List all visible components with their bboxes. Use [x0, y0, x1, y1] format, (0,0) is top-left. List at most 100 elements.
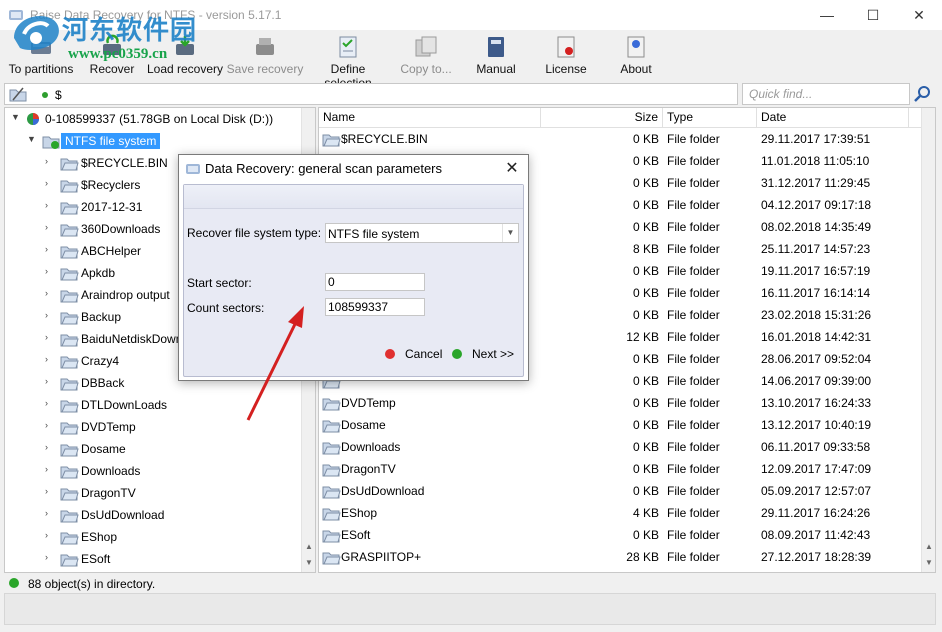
collapse-icon[interactable]: ▼	[11, 112, 21, 124]
scroll-down-icon[interactable]: ▼	[924, 558, 934, 568]
title-bar: Raise Data Recovery for NTFS - version 5…	[0, 0, 942, 30]
quick-find-input[interactable]	[742, 83, 910, 105]
toolbar-button-to-partitions[interactable]: To partitions	[3, 34, 79, 80]
list-row[interactable]: Dosame 0 KB File folder 13.12.2017 10:40:19	[319, 414, 923, 436]
tree-item[interactable]: › DragonTV	[5, 482, 301, 504]
expand-icon[interactable]: ›	[45, 310, 55, 322]
list-row[interactable]: ESoft 0 KB File folder 08.09.2017 11:42:43	[319, 524, 923, 546]
search-icon[interactable]	[912, 84, 934, 104]
expand-icon[interactable]: ›	[45, 244, 55, 256]
column-size-header[interactable]: Size	[541, 108, 663, 128]
cancel-icon	[385, 349, 395, 359]
status-text: 88 object(s) in directory.	[28, 577, 156, 591]
cell-date: 08.02.2018 14:35:49	[761, 220, 872, 234]
cell-size: 0 KB	[632, 528, 659, 542]
partitions-icon	[31, 42, 51, 54]
fs-type-select[interactable]: NTFS file system ▼	[325, 223, 519, 243]
cell-size: 0 KB	[632, 308, 659, 322]
list-row[interactable]: $RECYCLE.BIN 0 KB File folder 29.11.2017 17…	[319, 128, 923, 150]
cell-size: 0 KB	[632, 198, 659, 212]
expand-icon[interactable]: ›	[45, 222, 55, 234]
folder-icon	[60, 202, 79, 215]
maximize-button[interactable]: ☐	[850, 0, 896, 30]
tree-item[interactable]: › DsUdDownload	[5, 504, 301, 526]
ntfs-volume-icon	[42, 136, 60, 149]
cell-size: 0 KB	[632, 418, 659, 432]
list-row[interactable]: EShop 4 KB File folder 29.11.2017 16:24:26	[319, 502, 923, 524]
expand-icon[interactable]: ›	[45, 552, 55, 564]
expand-icon[interactable]: ›	[45, 376, 55, 388]
scroll-up-icon[interactable]: ▲	[304, 542, 314, 552]
toolbar-button-save-recovery[interactable]: Save recovery	[226, 34, 304, 80]
cell-type: File folder	[667, 396, 720, 410]
expand-icon[interactable]: ›	[45, 266, 55, 278]
folder-icon	[60, 444, 79, 457]
folder-icon	[60, 268, 79, 281]
expand-icon[interactable]: ›	[45, 420, 55, 432]
toolbar-button-about[interactable]: About	[610, 34, 662, 80]
expand-icon[interactable]: ›	[45, 200, 55, 212]
list-row[interactable]: DragonTV 0 KB File folder 12.09.2017 17:47:…	[319, 458, 923, 480]
expand-icon[interactable]: ›	[45, 332, 55, 344]
cell-date: 05.09.2017 12:57:07	[761, 484, 872, 498]
cell-type: File folder	[667, 418, 720, 432]
chevron-down-icon[interactable]: ▼	[502, 224, 518, 242]
tree-item[interactable]: › ESoft	[5, 548, 301, 570]
next-button[interactable]: Next >>	[452, 346, 522, 364]
list-scrollbar[interactable]: ▲ ▼	[921, 108, 935, 572]
toolbar-button-define-selection[interactable]: Define selection	[306, 34, 390, 90]
expand-icon[interactable]: ›	[45, 530, 55, 542]
expand-icon[interactable]: ›	[45, 442, 55, 454]
list-row[interactable]: DVDTemp 0 KB File folder 13.10.2017 16:24:3…	[319, 392, 923, 414]
expand-icon[interactable]: ›	[45, 464, 55, 476]
count-sectors-input[interactable]: 108599337	[325, 298, 425, 316]
disk-icon	[27, 113, 39, 125]
column-name-header[interactable]: Name	[319, 108, 541, 128]
scroll-up-icon[interactable]: ▲	[924, 542, 934, 552]
close-icon: ✕	[913, 7, 925, 23]
scroll-down-icon[interactable]: ▼	[304, 558, 314, 568]
toolbar-button-copy-to[interactable]: Copy to...	[393, 34, 459, 80]
cell-name: Dosame	[341, 418, 386, 432]
expand-icon[interactable]: ›	[45, 288, 55, 300]
tree-item[interactable]: › Downloads	[5, 460, 301, 482]
collapse-icon[interactable]: ▼	[27, 134, 37, 146]
cell-date: 12.09.2017 17:47:09	[761, 462, 872, 476]
tree-item[interactable]: › EShop	[5, 526, 301, 548]
tree-item[interactable]: › Dosame	[5, 438, 301, 460]
cancel-button[interactable]: Cancel	[385, 346, 445, 364]
tree-item[interactable]: › DTLDownLoads	[5, 394, 301, 416]
cell-date: 08.09.2017 11:42:43	[761, 528, 871, 542]
address-bar[interactable]: $	[4, 83, 738, 105]
dialog-close-icon[interactable]: ✕	[500, 157, 524, 181]
toolbar-button-license[interactable]: License	[538, 34, 594, 80]
toolbar-button-label: Manual	[476, 62, 516, 76]
tree-item-ntfs[interactable]: ▼ NTFS file system	[5, 130, 301, 152]
expand-icon[interactable]: ›	[45, 398, 55, 410]
column-type-header[interactable]: Type	[663, 108, 757, 128]
expand-icon[interactable]: ›	[45, 156, 55, 168]
minimize-icon: —	[820, 7, 834, 23]
list-row[interactable]: GRASPIITOP+ 28 KB File folder 27.12.2017 18…	[319, 546, 923, 568]
start-sector-input[interactable]: 0	[325, 273, 425, 291]
expand-icon[interactable]: ›	[45, 354, 55, 366]
minimize-button[interactable]: —	[804, 0, 850, 30]
expand-icon[interactable]: ›	[45, 486, 55, 498]
close-window-button[interactable]: ✕	[896, 0, 942, 30]
toolbar-button-manual[interactable]: Manual	[470, 34, 522, 80]
copy-to-icon	[415, 36, 437, 57]
list-row[interactable]: DsUdDownload 0 KB File folder 05.09.2017 12…	[319, 480, 923, 502]
column-date-header[interactable]: Date	[757, 108, 909, 128]
tree-item-label: Araindrop output	[81, 288, 170, 302]
cancel-button-label: Cancel	[405, 347, 443, 361]
tree-item-label: 2017-12-31	[81, 200, 143, 214]
list-row[interactable]: Downloads 0 KB File folder 06.11.2017 09:33…	[319, 436, 923, 458]
toolbar-button-load-recovery[interactable]: Load recovery	[146, 34, 224, 80]
tree-item[interactable]: › DVDTemp	[5, 416, 301, 438]
expand-icon[interactable]: ›	[45, 508, 55, 520]
cell-date: 11.01.2018 11:05:10	[761, 154, 870, 168]
expand-icon[interactable]: ›	[45, 178, 55, 190]
dialog-app-icon	[186, 164, 200, 174]
tree-root[interactable]: ▼ 0-108599337 (51.78GB on Local Disk (D:…	[5, 108, 301, 130]
toolbar-button-recover[interactable]: Recover	[82, 34, 142, 80]
